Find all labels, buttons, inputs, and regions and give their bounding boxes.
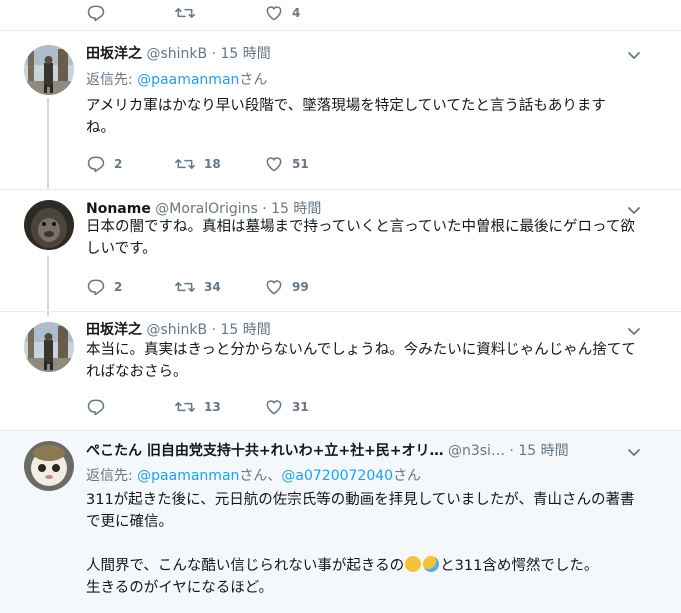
- tweet-text: 本当に。真実はきっと分からないんでしょうね。今みたいに資料じゃんじゃん捨ててれば…: [86, 342, 636, 380]
- reply-prefix: 返信先:: [86, 72, 138, 88]
- retweet-icon: [175, 8, 195, 18]
- avatar[interactable]: [24, 45, 74, 95]
- avatar[interactable]: [24, 200, 74, 250]
- retweet-icon: [175, 282, 195, 292]
- heart-icon: [266, 157, 282, 172]
- reply-to-link[interactable]: @paamanman: [137, 468, 239, 484]
- retweet-icon: [175, 402, 195, 412]
- reply-to-link[interactable]: @paamanman: [137, 72, 239, 88]
- avatar[interactable]: [24, 441, 74, 491]
- retweet-count: 18: [204, 157, 221, 171]
- user-handle[interactable]: @MoralOrigins: [155, 201, 257, 217]
- display-name[interactable]: ぺこたん 旧自由党支持十共+れいわ+立+社+民+オリ…: [86, 443, 444, 459]
- tweet-actions: 13 31: [86, 396, 386, 418]
- separator-dot: ·: [211, 322, 217, 338]
- chevron-down-icon[interactable]: [627, 445, 641, 459]
- timestamp[interactable]: 15 時間: [220, 322, 270, 338]
- heart-icon: [266, 280, 282, 295]
- tweet-text: 311が起きた後に、元日航の佐宗氏等の動画を拝見していましたが、青山さんの著書で…: [86, 489, 646, 599]
- reply-to-link[interactable]: @a0720072040: [281, 468, 393, 484]
- reply-icon: [87, 5, 105, 22]
- tweet-text-fragment: と311含め愕然でした。: [440, 558, 599, 574]
- reply-icon: [87, 399, 105, 416]
- tweet-header: Noname @MoralOrigins · 15 時間: [86, 198, 321, 218]
- reply-count: 2: [114, 280, 123, 294]
- reply-count: 2: [114, 157, 123, 171]
- reply-button[interactable]: 2: [86, 153, 122, 175]
- user-handle[interactable]: @shinkB: [146, 46, 207, 62]
- reply-to-line: 返信先: @paamanmanさん: [86, 69, 267, 89]
- worried-face-emoji-icon: [405, 556, 422, 572]
- retweet-button[interactable]: 18: [174, 153, 221, 175]
- chevron-down-icon[interactable]: [627, 48, 641, 62]
- reply-button[interactable]: [86, 396, 114, 418]
- chevron-down-icon[interactable]: [627, 203, 641, 217]
- tweet-text-blank: [86, 533, 646, 555]
- reply-button[interactable]: 2: [86, 276, 122, 298]
- tweet-text-line: 人間界で、こんな酷い信じられない事が起きるの と311含め愕然でした。: [86, 555, 646, 577]
- like-button[interactable]: 31: [264, 396, 309, 418]
- retweet-button[interactable]: [174, 2, 196, 24]
- tweet-text: 日本の闇ですね。真相は墓場まで持っていくと言っていた中曽根に最後にゲロって欲しい…: [86, 219, 635, 257]
- tweet-header: 田坂洋之 @shinkB · 15 時間: [86, 319, 271, 339]
- heart-icon: [266, 6, 282, 21]
- separator-dot: ·: [262, 201, 267, 217]
- reply-suffix: さん: [239, 72, 268, 88]
- timestamp[interactable]: 15 時間: [220, 46, 270, 62]
- tweet[interactable]: Noname @MoralOrigins · 15 時間 日本の闇ですね。真相は…: [0, 190, 681, 311]
- reply-icon: [87, 156, 105, 173]
- reply-suffix: さん: [393, 468, 422, 484]
- tweet-text-line: 311が起きた後に、元日航の佐宗氏等の動画を拝見していましたが、青山さんの著書で…: [86, 492, 635, 530]
- tweet-text: アメリカ軍はかなり早い段階で、墜落現場を特定していてたと言う話もありますね。: [86, 98, 606, 136]
- like-button[interactable]: 4: [264, 2, 300, 24]
- tweet[interactable]: 田坂洋之 @shinkB · 15 時間 返信先: @paamanmanさん ア…: [0, 31, 681, 189]
- tweet[interactable]: 田坂洋之 @shinkB · 15 時間 本当に。真実はきっと分からないんでしょ…: [0, 312, 681, 430]
- top-action-row: 4: [86, 2, 386, 24]
- like-count: 31: [292, 400, 309, 414]
- tweet-header: ぺこたん 旧自由党支持十共+れいわ+立+社+民+オリ… @n3si… · 15 …: [86, 440, 569, 460]
- retweet-button[interactable]: 13: [174, 396, 221, 418]
- reply-separator: さん、: [239, 468, 282, 484]
- timestamp[interactable]: 15 時間: [271, 201, 321, 217]
- user-handle[interactable]: @n3si…: [448, 443, 505, 459]
- retweet-button[interactable]: 34: [174, 276, 221, 298]
- tweet-text-line: 生きるのがイヤになるほど。: [86, 580, 274, 596]
- chevron-down-icon[interactable]: [627, 324, 641, 338]
- heart-icon: [266, 400, 282, 415]
- display-name[interactable]: Noname: [86, 201, 151, 217]
- reply-to-line: 返信先: @paamanmanさん、@a0720072040さん: [86, 465, 421, 485]
- like-button[interactable]: 51: [264, 153, 309, 175]
- reply-button[interactable]: [86, 2, 106, 24]
- retweet-count: 34: [204, 280, 221, 294]
- user-handle[interactable]: @shinkB: [146, 322, 207, 338]
- reply-icon: [87, 279, 105, 296]
- like-count: 51: [292, 157, 309, 171]
- display-name[interactable]: 田坂洋之: [86, 322, 142, 338]
- crying-face-emoji-icon: [423, 556, 440, 572]
- tweet[interactable]: ぺこたん 旧自由党支持十共+れいわ+立+社+民+オリ… @n3si… · 15 …: [0, 431, 681, 613]
- display-name[interactable]: 田坂洋之: [86, 46, 142, 62]
- retweet-icon: [175, 159, 195, 169]
- tweet-actions: 2 18 51: [86, 153, 386, 175]
- like-button[interactable]: 99: [264, 276, 309, 298]
- timestamp[interactable]: 15 時間: [518, 443, 568, 459]
- avatar[interactable]: [24, 322, 74, 372]
- like-count: 99: [292, 280, 309, 294]
- separator-dot: ·: [211, 46, 217, 62]
- like-count: 4: [292, 6, 301, 20]
- retweet-count: 13: [204, 400, 221, 414]
- tweet-text-fragment: 人間界で、こんな酷い信じられない事が起きるの: [86, 558, 405, 574]
- tweet-header: 田坂洋之 @shinkB · 15 時間: [86, 43, 271, 63]
- separator-dot: ·: [509, 443, 514, 459]
- reply-prefix: 返信先:: [86, 468, 138, 484]
- tweet-actions: 2 34 99: [86, 276, 386, 298]
